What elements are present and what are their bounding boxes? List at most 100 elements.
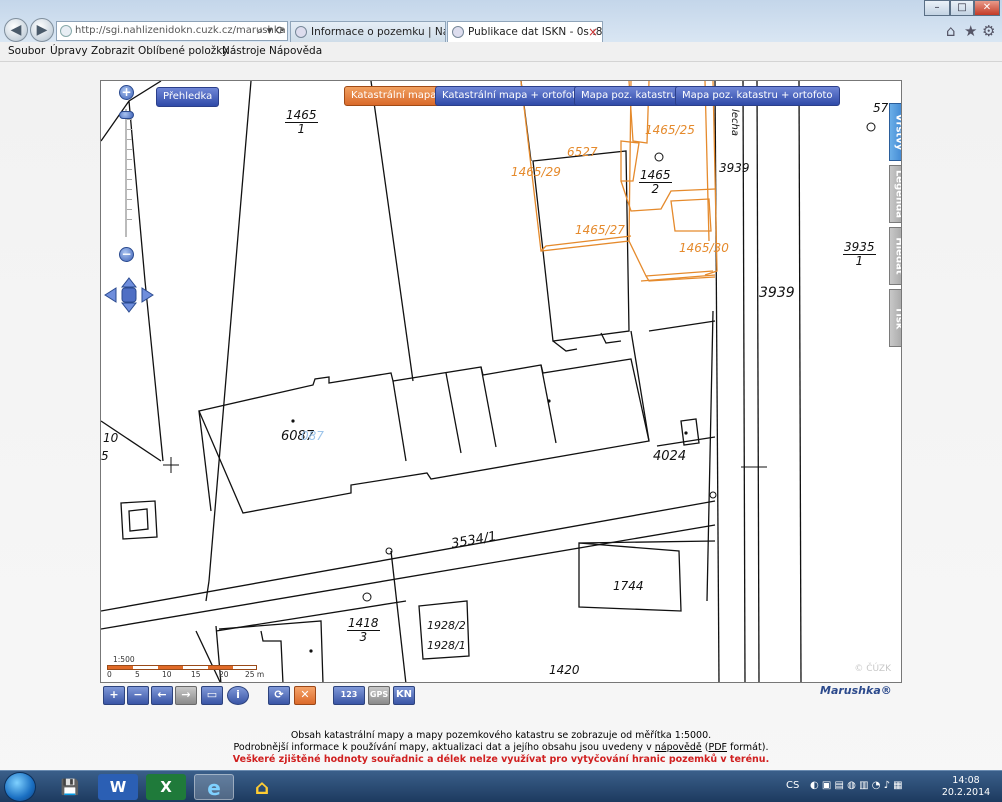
info-warning: Veškeré zjištěné hodnoty souřadnic a dél… [232,754,770,765]
menu-soubor[interactable]: Soubor [8,45,45,57]
close-button[interactable]: ✕ [974,0,1000,16]
menu-napoveda[interactable]: Nápověda [269,45,322,57]
parcel-label: 4024 [653,449,687,464]
tab-label: Publikace dat ISKN - 0s :890... [468,26,603,38]
home-icon[interactable]: ⌂ [946,22,956,40]
layer-land-cadastre-ortho[interactable]: Mapa poz. katastru + ortofoto [675,86,840,106]
parcel-label: 10 [103,431,119,445]
tab-favicon [295,26,307,38]
pan-right-icon [141,287,154,303]
scale-ticks: 0 5 10 15 20 25 m [107,670,265,679]
parcel-label: 1465 1 [285,108,318,136]
house-icon[interactable]: ⌂ [242,774,282,800]
pan-up-icon [120,277,138,288]
brand-logo: Marushka® [820,684,892,697]
side-tab-vrstvy[interactable]: Vrstvy [889,103,901,161]
zoom-box-icon[interactable]: ▭ [201,686,223,705]
taskbar: 💾 W X e ⌂ CS ◐ ▣ ▤ ◍ ▥ ◔ ♪ ▦ 14:08 20.2.… [0,770,1002,802]
browser-title-bar: ◀ ▶ http://sgi.nahlizenidokn.cuzk.cz/mar… [0,0,1002,42]
excel-icon[interactable]: X [146,774,186,800]
zoom-slider-handle[interactable] [119,111,134,119]
start-button[interactable] [4,772,36,802]
save-icon[interactable]: 💾 [50,774,90,800]
layer-cadastral-map[interactable]: Katastrální mapa [344,86,444,106]
back-button[interactable]: ◀ [4,18,28,42]
side-tab-hledat[interactable]: Hledat [889,227,901,285]
info-icon[interactable]: i [227,686,249,705]
gps-icon[interactable]: GPS [368,686,390,705]
scale-ratio: 1:500 [113,655,135,664]
menu-upravy[interactable]: Úpravy [50,45,88,57]
info-line-2: Podrobnější informace k používání mapy, … [233,742,769,753]
parcel-label: 3939 [759,285,795,301]
cadastral-map[interactable]: 1465 1 1465 2 3935 1 1418 3 1465/25 1465/29 … [100,80,902,683]
copyright: © ČÚZK [854,664,891,674]
zoom-in-button[interactable]: + [119,85,134,100]
menu-bar: Soubor Úpravy Zobrazit Oblíbené položky … [0,42,1002,62]
zoom-in-icon[interactable]: + [103,686,125,705]
back-icon[interactable]: ← [151,686,173,705]
side-tab-tisk[interactable]: Tisk [889,289,901,347]
kn-icon[interactable]: KN [393,686,415,705]
forward-button[interactable]: ▶ [30,18,54,42]
page-icon [60,25,72,37]
clock[interactable]: 14:08 20.2.2014 [940,775,992,799]
layer-cadastral-ortho[interactable]: Katastrální mapa + ortofoto [435,86,590,106]
parcel-label: 57 [873,101,889,115]
arrow-right-icon: ▶ [36,22,48,38]
address-tools[interactable]: ⌕ ▾ ⟳ [257,22,285,40]
minimize-button[interactable]: – [924,0,950,16]
tab-publikace[interactable]: Publikace dat ISKN - 0s :890... × [447,21,603,42]
parcel-label-orange: 1465/25 [645,123,695,137]
zoom-out-button[interactable]: − [119,247,134,262]
parcel-label: 1744 [613,579,644,593]
tray-icons[interactable]: ◐ ▣ ▤ ◍ ▥ ◔ ♪ ▦ [810,780,903,791]
layer-land-cadastre[interactable]: Mapa poz. katastru [574,86,684,106]
parcel-label: 1418 3 [347,616,380,644]
menu-zobrazit[interactable]: Zobrazit [91,45,135,57]
parcel-label: 5 [101,449,109,463]
parcel-label: 3935 1 [843,240,876,268]
address-text: http://sgi.nahlizenidokn.cuzk.cz/marushk… [75,25,286,36]
arrow-left-icon: ◀ [10,22,22,38]
measure-icon[interactable]: 123 [333,686,365,705]
parcel-label: 3939 [719,161,750,175]
zoom-out-icon[interactable]: − [127,686,149,705]
star-icon[interactable]: ★ [964,22,977,40]
gear-icon[interactable]: ⚙ [982,22,995,40]
word-icon[interactable]: W [98,774,138,800]
menu-nastroje[interactable]: Nástroje [222,45,266,57]
map-drawing [101,81,876,682]
pan-center-icon [121,287,137,303]
info-line-1: Obsah katastrální mapy a mapy pozemkovéh… [290,730,712,741]
address-bar[interactable]: http://sgi.nahlizenidokn.cuzk.cz/marushk… [56,21,288,41]
ie-icon[interactable]: e [194,774,234,800]
menu-oblibene[interactable]: Oblíbené položky [138,45,228,57]
parcel-label: 1465 2 [639,168,672,196]
overview-button[interactable]: Přehledka [156,87,220,107]
parcel-label: 1928/1 [427,639,466,652]
tab-informace[interactable]: Informace o pozemku | Nahlíž... [290,21,446,42]
pdf-link[interactable]: PDF [709,742,728,753]
scale-bar: 1:500 0 5 10 15 20 25 m [107,655,267,680]
forward-icon[interactable]: → [175,686,197,705]
side-tab-legenda[interactable]: Legenda [889,165,901,223]
parcel-label-orange: 1465/29 [511,165,561,179]
tab-label: Informace o pozemku | Nahlíž... [311,26,445,38]
parcel-label-orange: 6527 [567,145,598,159]
parcel-label-blue: 087 [301,429,324,443]
clear-icon[interactable]: ✕ [294,686,316,705]
pan-control[interactable] [103,277,155,313]
tab-close-icon[interactable]: × [588,22,598,42]
zoom-slider[interactable] [125,109,132,237]
refresh-icon[interactable]: ⟳ [268,686,290,705]
help-link[interactable]: nápovědě [655,742,702,753]
parcel-label: 1928/2 [427,619,466,632]
language-indicator[interactable]: CS [786,780,799,791]
parcel-label-orange: 1465/30 [679,241,729,255]
maximize-button[interactable]: □ [950,0,974,16]
parcel-label: 1420 [549,663,580,677]
pan-down-icon [120,302,138,313]
pan-left-icon [104,287,117,303]
parcel-label-orange: 1465/27 [575,223,625,237]
